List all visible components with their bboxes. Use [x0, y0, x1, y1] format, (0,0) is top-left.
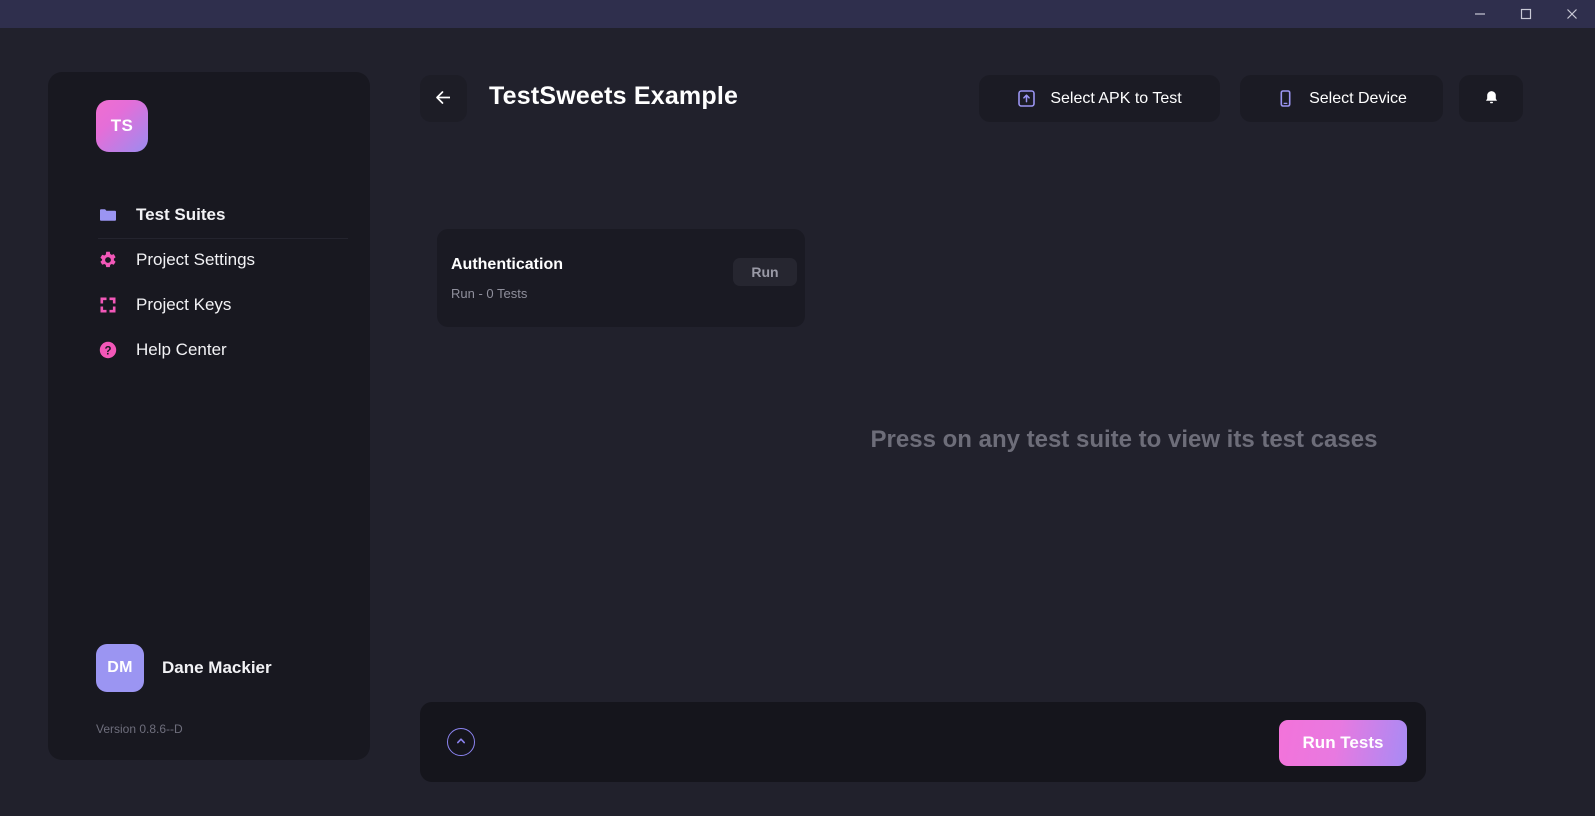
user-name: Dane Mackier: [162, 658, 272, 678]
app-logo: TS: [96, 100, 148, 152]
app-window: TS Test Suites Project: [0, 0, 1595, 816]
folder-icon: [98, 205, 118, 225]
sidebar-item-project-settings[interactable]: Project Settings: [48, 237, 370, 282]
svg-text:?: ?: [104, 345, 111, 357]
sidebar-item-project-keys[interactable]: Project Keys: [48, 282, 370, 327]
close-icon: [1565, 7, 1579, 21]
avatar: DM: [96, 644, 144, 692]
bell-icon: [1482, 89, 1501, 108]
phone-icon: [1276, 89, 1295, 108]
test-suite-title: Authentication: [451, 256, 563, 274]
minimize-button[interactable]: [1457, 0, 1503, 28]
app-logo-initials: TS: [111, 116, 134, 136]
run-tests-button[interactable]: Run Tests: [1279, 720, 1407, 766]
maximize-icon: [1519, 7, 1533, 21]
select-apk-button[interactable]: Select APK to Test: [979, 75, 1220, 122]
select-apk-label: Select APK to Test: [1050, 90, 1181, 108]
minimize-icon: [1473, 7, 1487, 21]
sidebar-item-label: Project Settings: [136, 250, 255, 270]
run-suite-button[interactable]: Run: [733, 258, 797, 286]
chevron-up-circle-icon: [454, 734, 468, 751]
close-button[interactable]: [1549, 0, 1595, 28]
arrow-left-icon: [433, 87, 454, 111]
sidebar-item-help-center[interactable]: ? Help Center: [48, 327, 370, 372]
select-device-button[interactable]: Select Device: [1240, 75, 1443, 122]
page-title: TestSweets Example: [489, 82, 738, 111]
title-bar: [0, 0, 1595, 28]
expand-panel-button[interactable]: [447, 728, 475, 756]
version-label: Version 0.8.6--D: [96, 722, 183, 736]
test-suite-card[interactable]: Authentication Run - 0 Tests Run: [437, 229, 805, 327]
key-expand-icon: [98, 295, 118, 315]
notifications-button[interactable]: [1459, 75, 1523, 122]
question-circle-icon: ?: [98, 340, 118, 360]
sidebar-nav: Test Suites Project Settings: [48, 192, 370, 372]
gear-icon: [98, 250, 118, 270]
sidebar-item-label: Test Suites: [136, 205, 225, 225]
select-device-label: Select Device: [1309, 90, 1407, 108]
back-button[interactable]: [420, 75, 467, 122]
user-profile[interactable]: DM Dane Mackier: [96, 644, 272, 692]
test-suite-subtitle: Run - 0 Tests: [451, 286, 527, 301]
bottom-bar: Run Tests: [420, 702, 1426, 782]
sidebar-item-label: Help Center: [136, 340, 227, 360]
avatar-initials: DM: [107, 659, 132, 677]
sidebar-item-test-suites[interactable]: Test Suites: [48, 192, 370, 237]
empty-state-message: Press on any test suite to view its test…: [828, 424, 1420, 457]
sidebar-item-label: Project Keys: [136, 295, 231, 315]
apk-upload-icon: [1017, 89, 1036, 108]
maximize-button[interactable]: [1503, 0, 1549, 28]
sidebar: TS Test Suites Project: [48, 72, 370, 760]
